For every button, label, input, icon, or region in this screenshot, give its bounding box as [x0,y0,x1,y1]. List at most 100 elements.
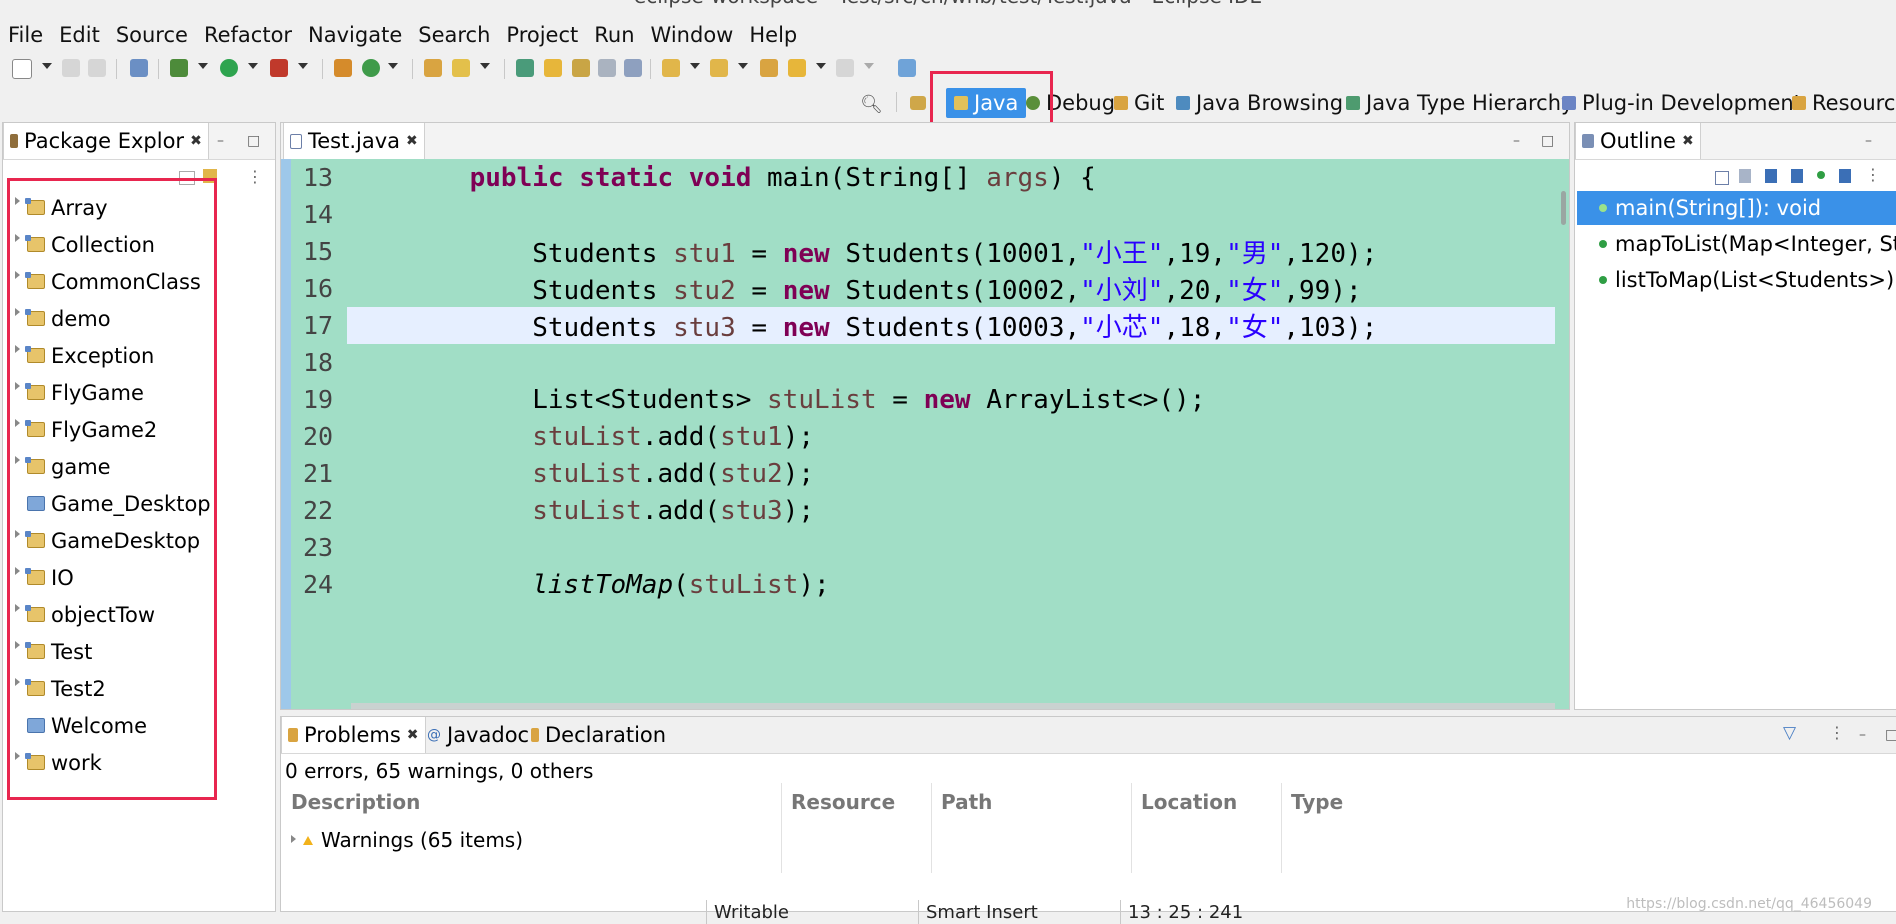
save-icon[interactable] [62,59,80,77]
menu-window[interactable]: Window [643,23,742,47]
tab-javadoc[interactable]: @ Javadoc [421,717,535,753]
forward-dropdown-icon[interactable] [864,63,874,69]
code-line[interactable]: 20 stuList.add(stu1); [281,418,1555,455]
close-icon[interactable]: ✖ [1682,133,1694,149]
column-location[interactable]: Location [1141,783,1237,821]
view-menu-icon[interactable]: ⋮ [1829,723,1845,742]
next-annotation-icon[interactable] [662,59,680,77]
outline-item[interactable]: mapToList(Map<Integer, Stud [1577,227,1896,261]
hide-fields-icon[interactable] [1765,169,1777,183]
perspective-resource[interactable]: Resource [1792,88,1896,118]
external-tools-dropdown-icon[interactable] [298,63,308,69]
menu-file[interactable]: File [0,23,51,47]
save-all-icon[interactable] [88,59,106,77]
skip-breakpoints-icon[interactable] [130,59,148,77]
show-whitespace-icon[interactable] [624,59,642,77]
new-java-project-icon[interactable] [334,59,352,77]
previous-annotation-icon[interactable] [710,59,728,77]
mark-occurrences-icon[interactable] [544,59,562,77]
close-icon[interactable]: ✖ [407,727,419,743]
status-cursor-position[interactable]: 13 : 25 : 241 [1128,902,1243,923]
hide-non-public-icon[interactable] [1817,171,1825,179]
open-type-icon[interactable] [424,59,442,77]
minimize-icon[interactable]: – [1859,727,1866,743]
external-tools-icon[interactable] [270,59,288,77]
tab-test-java[interactable]: Test.java ✖ [283,123,425,159]
menu-search[interactable]: Search [410,23,498,47]
minimize-icon[interactable]: – [1513,133,1520,149]
next-annotation-dropdown-icon[interactable] [690,63,700,69]
collapse-all-icon[interactable] [1715,171,1729,185]
menu-refactor[interactable]: Refactor [196,23,300,47]
tab-outline[interactable]: Outline ✖ [1575,123,1701,159]
new-java-class-icon[interactable] [362,59,380,77]
open-task-icon[interactable] [516,59,534,77]
minimize-icon[interactable]: – [217,133,224,149]
code-line[interactable]: 15 Students stu1 = new Students(10001,"小… [281,233,1555,270]
toggle-block-selection-icon[interactable] [572,59,590,77]
code-line[interactable]: 24 listToMap(stuList); [281,566,1555,603]
perspective-plugin-development[interactable]: Plug-in Development [1562,88,1802,118]
back-dropdown-icon[interactable] [816,63,826,69]
code-line[interactable]: 14 [281,196,1555,233]
column-description[interactable]: Description [291,783,420,821]
new-icon[interactable] [12,59,32,79]
vertical-scrollbar[interactable] [1555,159,1569,709]
table-row[interactable]: Warnings (65 items) [289,823,523,857]
column-path[interactable]: Path [941,783,992,821]
scrollbar-thumb[interactable] [1561,191,1566,225]
tab-declaration[interactable]: Declaration [525,717,672,753]
open-perspective-icon[interactable] [910,96,926,110]
code-line[interactable]: 19 List<Students> stuList = new ArrayLis… [281,381,1555,418]
menu-edit[interactable]: Edit [51,23,108,47]
outline-item[interactable]: main(String[]) : void [1577,191,1896,225]
code-line[interactable]: 17 Students stu3 = new Students(10003,"小… [281,307,1555,344]
tab-problems[interactable]: Problems ✖ [281,717,426,753]
previous-annotation-dropdown-icon[interactable] [738,63,748,69]
menu-navigate[interactable]: Navigate [300,23,410,47]
perspective-git[interactable]: Git [1114,88,1164,118]
view-menu-icon[interactable]: ⋮ [1865,165,1881,184]
code-line[interactable]: 23 [281,529,1555,566]
run-icon[interactable] [220,59,238,77]
maximize-icon[interactable]: □ [1541,133,1554,149]
code-line[interactable]: 22 stuList.add(stu3); [281,492,1555,529]
new-dropdown-icon[interactable] [42,63,52,69]
close-icon[interactable]: ✖ [190,133,202,149]
maximize-icon[interactable]: □ [1885,727,1896,743]
outline-item[interactable]: listToMap(List<Students>) : vo [1577,263,1896,297]
search-dropdown-icon[interactable] [480,63,490,69]
column-resource[interactable]: Resource [791,783,895,821]
hide-local-types-icon[interactable] [1839,169,1851,183]
menu-run[interactable]: Run [586,23,642,47]
hide-static-icon[interactable] [1791,169,1803,183]
horizontal-scrollbar[interactable] [351,703,1555,709]
debug-dropdown-icon[interactable] [198,63,208,69]
forward-icon[interactable] [836,59,854,77]
tab-package-explorer[interactable]: Package Explor ✖ [3,123,209,159]
column-type[interactable]: Type [1291,783,1343,821]
code-line[interactable]: 21 stuList.add(stu2); [281,455,1555,492]
menu-help[interactable]: Help [741,23,805,47]
last-edit-location-icon[interactable] [760,59,778,77]
search-toolbar-icon[interactable] [452,59,470,77]
filter-icon[interactable]: ▽ [1783,723,1796,743]
code-line[interactable]: 18 [281,344,1555,381]
perspective-java-browsing[interactable]: Java Browsing [1176,88,1343,118]
search-icon[interactable]: 🔍︎ [860,94,883,115]
debug-icon[interactable] [170,59,188,77]
toggle-word-wrap-icon[interactable] [598,59,616,77]
run-dropdown-icon[interactable] [248,63,258,69]
back-icon[interactable] [788,59,806,77]
close-icon[interactable]: ✖ [406,133,418,149]
menu-source[interactable]: Source [108,23,196,47]
maximize-icon[interactable]: □ [247,133,260,149]
perspective-java-type-hierarchy[interactable]: Java Type Hierarchy [1346,88,1573,118]
code-editor[interactable]: 13 public static void main(String[] args… [281,159,1569,709]
code-line[interactable]: 13 public static void main(String[] args… [281,159,1555,196]
code-line[interactable]: 16 Students stu2 = new Students(10002,"小… [281,270,1555,307]
status-insert-mode[interactable]: Smart Insert [926,902,1038,923]
pin-editor-icon[interactable] [898,59,916,77]
view-menu-icon[interactable]: ⋮ [247,167,263,186]
menu-project[interactable]: Project [498,23,586,47]
